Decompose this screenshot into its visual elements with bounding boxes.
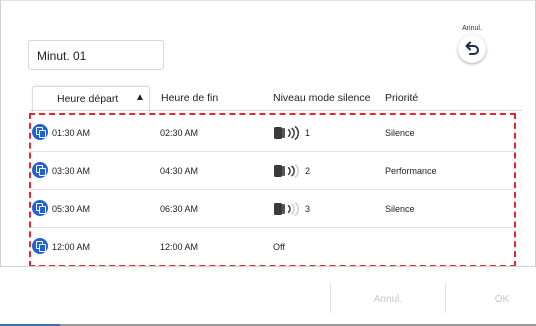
undo-icon: [465, 41, 479, 55]
table-header: Heure départ ▲ Heure de fin Niveau mode …: [30, 86, 520, 112]
row-start-time: 05:30 AM: [52, 204, 91, 214]
sort-ascending-icon: ▲: [135, 92, 145, 103]
header-priority-label: Priorité: [385, 92, 419, 104]
cancel-button[interactable]: Annul.: [358, 294, 418, 305]
timer-title-field[interactable]: Minut. 01: [28, 40, 164, 70]
row-end-time: 12:00 AM: [160, 242, 199, 252]
row-end-time: 06:30 AM: [160, 204, 199, 214]
row-silent-level: 2: [305, 166, 311, 176]
footer-separator: [330, 283, 331, 313]
header-silent-level-label: Niveau mode silence: [273, 92, 371, 104]
row-start-time: 12:00 AM: [52, 242, 91, 252]
header-divider: [30, 110, 522, 111]
row-silent-level: Off: [273, 242, 285, 252]
undo-label: Annul.: [462, 25, 482, 32]
copy-icon[interactable]: [32, 200, 48, 216]
copy-icon[interactable]: [32, 238, 48, 254]
silent-level-3-icon: [274, 201, 299, 217]
row-priority: Silence: [385, 128, 415, 138]
schedule-list: 01:30 AM 02:30 AM 1 Silence 03:30 AM 04:…: [30, 114, 514, 266]
row-silent-level: 1: [305, 128, 311, 138]
silent-level-2-icon: [274, 163, 299, 179]
header-end-label: Heure de fin: [161, 92, 219, 104]
undo-control: Annul.: [456, 25, 488, 63]
row-priority: Performance: [385, 166, 437, 176]
header-start-label: Heure départ: [57, 93, 119, 105]
table-row[interactable]: 03:30 AM 04:30 AM 2 Performance: [30, 152, 514, 190]
undo-button[interactable]: [458, 35, 486, 63]
footer-separator: [445, 283, 446, 313]
row-start-time: 03:30 AM: [52, 166, 91, 176]
silent-level-1-icon: [274, 125, 299, 141]
row-silent-level: 3: [305, 204, 311, 214]
copy-icon[interactable]: [32, 162, 48, 178]
copy-icon[interactable]: [32, 124, 48, 140]
table-row[interactable]: 12:00 AM 12:00 AM Off: [30, 228, 514, 266]
table-row[interactable]: 01:30 AM 02:30 AM 1 Silence: [30, 114, 514, 152]
table-row[interactable]: 05:30 AM 06:30 AM 3 Silence: [30, 190, 514, 228]
row-end-time: 04:30 AM: [160, 166, 199, 176]
row-priority: Silence: [385, 204, 415, 214]
row-end-time: 02:30 AM: [160, 128, 199, 138]
row-start-time: 01:30 AM: [52, 128, 91, 138]
sort-by-start-tab[interactable]: Heure départ ▲: [32, 86, 150, 112]
footer-bar: Annul. OK: [0, 266, 536, 326]
ok-button[interactable]: OK: [472, 294, 532, 305]
